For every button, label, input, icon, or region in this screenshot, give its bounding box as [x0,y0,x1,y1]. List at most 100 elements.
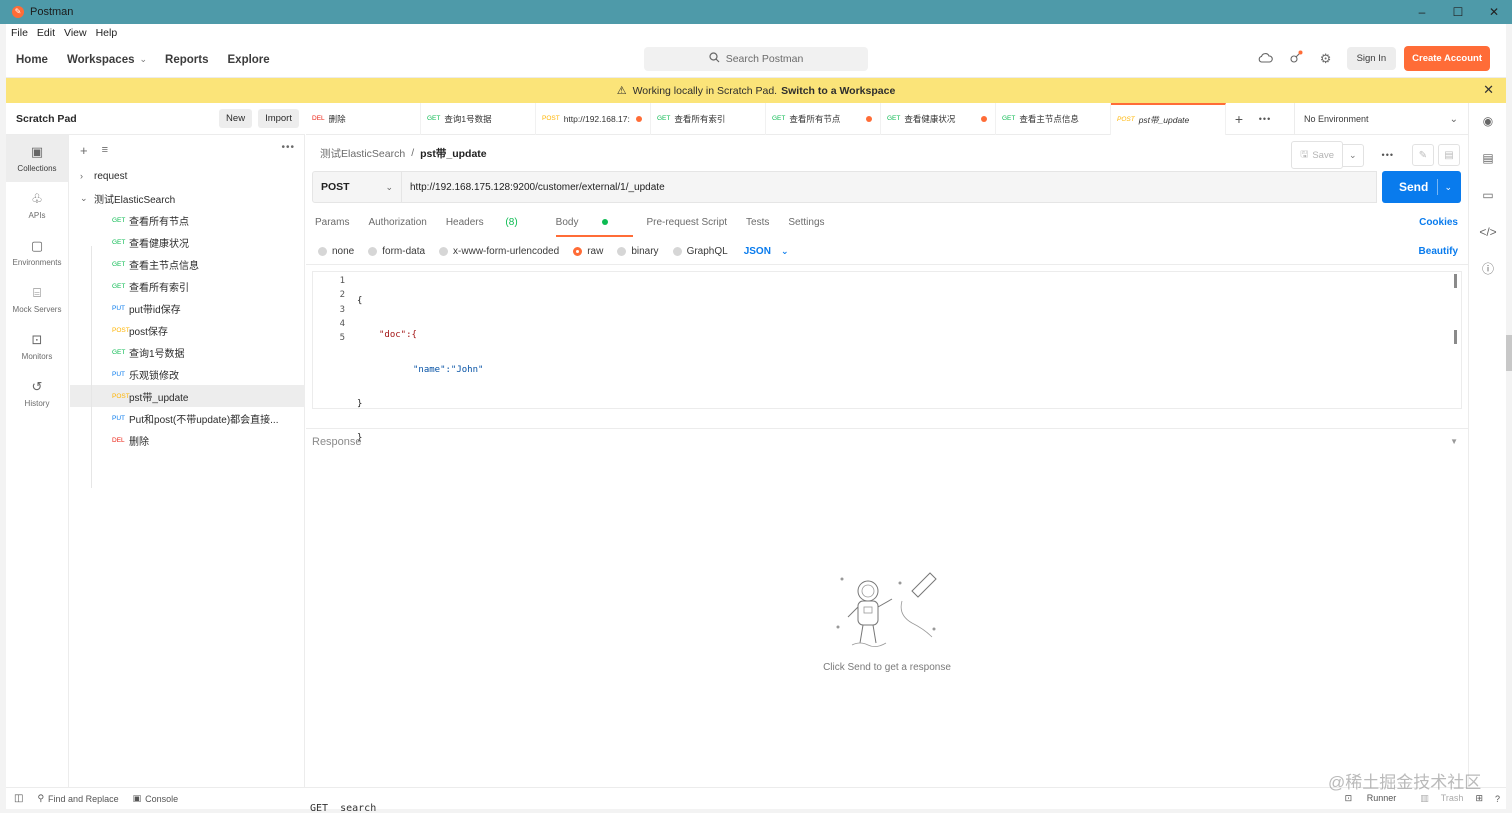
maximize-button[interactable]: ☐ [1440,0,1476,24]
chevron-down-icon[interactable]: ⌄ [1444,182,1452,193]
help-icon[interactable]: ? [1495,794,1500,804]
rail-item-monitors[interactable]: ⊡ Monitors [6,323,68,370]
code-icon[interactable]: </> [1469,214,1507,251]
method-select[interactable]: POST ⌄ [312,171,402,203]
request-title[interactable]: pst带_update [420,146,487,161]
chevron-down-icon[interactable]: ⌄ [140,54,148,65]
request-item[interactable]: PUT 乐观锁修改 [70,363,305,385]
request-item[interactable]: POST pst带_update [70,385,305,407]
rail-item-environments[interactable]: ▢ Environments [6,229,68,276]
nav-home[interactable]: Home [16,54,48,66]
request-item[interactable]: GET 查看健康状况 [70,231,305,253]
collection-item[interactable]: ⌄ 测试ElasticSearch [70,187,305,209]
menu-edit[interactable]: Edit [37,27,55,39]
plus-icon[interactable]: + [80,143,88,158]
comment-icon[interactable]: ▭ [1469,177,1507,214]
request-tab[interactable]: POST http://192.168.17: [536,102,651,135]
create-account-button[interactable]: Create Account [1404,46,1490,71]
request-tab[interactable]: GET 查看主节点信息 [996,102,1111,135]
sidebar-toggle-icon[interactable]: ◫ [14,793,23,804]
close-icon[interactable]: ✕ [1483,82,1494,98]
menu-view[interactable]: View [64,27,87,39]
request-tab[interactable]: GET 查看健康状况 [881,102,996,135]
save-button[interactable]: 🖫 Save [1291,141,1343,169]
request-tab-active[interactable]: POST pst带_update [1111,102,1226,135]
new-button[interactable]: New [219,109,253,128]
request-item[interactable]: PUT put带id保存 [70,297,305,319]
editor-scroll-marker[interactable] [1454,330,1457,344]
close-window-button[interactable]: ✕ [1476,0,1512,24]
request-tab[interactable]: GET 查看所有节点 [766,102,881,135]
environment-select[interactable]: No Environment ⌄ [1294,103,1468,135]
documentation-icon[interactable]: ▤ [1469,140,1507,177]
tab-settings[interactable]: Settings [788,207,824,239]
tab-headers[interactable]: Headers (8) [446,207,537,239]
tab-params[interactable]: Params [315,207,349,239]
rail-item-mock-servers[interactable]: ⌸ Mock Servers [6,276,68,323]
new-tab-icon[interactable]: + [1226,111,1252,127]
cloud-sync-icon[interactable] [1253,51,1279,66]
minimize-button[interactable]: – [1404,0,1440,24]
filter-icon[interactable]: ≡ [102,144,108,156]
menu-help[interactable]: Help [96,27,118,39]
tab-prerequest-script[interactable]: Pre-request Script [646,207,727,239]
rail-item-history[interactable]: ↺ History [6,370,68,417]
satellite-icon[interactable] [1283,50,1309,67]
radio-binary[interactable]: binary [617,246,659,257]
tab-authorization[interactable]: Authorization [368,207,426,239]
rail-item-apis[interactable]: ♧ APIs [6,182,68,229]
request-item[interactable]: GET 查看主节点信息 [70,253,305,275]
nav-workspaces[interactable]: Workspaces [67,54,135,66]
radio-graphql[interactable]: GraphQL [672,246,728,257]
url-input[interactable]: http://192.168.175.128:9200/customer/ext… [402,171,1377,203]
radio-urlencoded[interactable]: x-www-form-urlencoded [439,246,559,257]
nav-reports[interactable]: Reports [165,54,208,66]
request-tab[interactable]: GET 查看所有索引 [651,102,766,135]
radio-raw[interactable]: raw [573,246,603,257]
request-item[interactable]: PUT Put和post(不带update)都会直接... [70,407,305,429]
nav-explore[interactable]: Explore [228,54,270,66]
eye-icon[interactable]: ◉ [1469,103,1507,140]
edit-icon[interactable]: ✎ [1412,144,1434,166]
info-icon[interactable]: ⓘ [1469,251,1507,288]
sign-in-button[interactable]: Sign In [1346,47,1397,70]
chevron-down-icon[interactable]: ▼ [1450,437,1458,446]
request-tab[interactable]: GET 查询1号数据 [421,102,536,135]
runner-button[interactable]: ⊡ Runner [1333,793,1397,804]
format-select[interactable]: JSON ⌄ [744,246,789,257]
request-item[interactable]: GET 查看所有索引 [70,275,305,297]
gear-icon[interactable]: ⚙ [1313,51,1339,67]
layout-icon[interactable]: ⊞ [1475,793,1483,804]
menu-file[interactable]: File [11,27,28,39]
import-button[interactable]: Import [258,109,299,128]
trash-button[interactable]: ▥ Trash [1408,793,1463,804]
radio-none[interactable]: none [318,246,354,257]
more-options-icon[interactable]: ••• [1382,150,1394,160]
tab-tests[interactable]: Tests [746,207,769,239]
beautify-link[interactable]: Beautify [1419,246,1458,257]
request-item[interactable]: POST post保存 [70,319,305,341]
more-options-icon[interactable]: ••• [281,142,295,153]
comments-icon[interactable]: ▤ [1438,144,1460,166]
save-options-chevron-icon[interactable]: ⌄ [1343,143,1364,167]
request-item[interactable]: GET 查看所有节点 [70,209,305,231]
editor-scroll-marker[interactable] [1454,274,1457,288]
collection-item[interactable]: › request [70,165,305,187]
more-tabs-icon[interactable]: ••• [1252,114,1278,124]
switch-workspace-link[interactable]: Switch to a Workspace [781,85,895,97]
cookies-link[interactable]: Cookies [1419,207,1458,239]
request-item[interactable]: GET 查询1号数据 [70,341,305,363]
page-scrollbar[interactable] [1506,335,1512,371]
send-button[interactable]: Send ⌄ [1382,171,1461,203]
radio-form-data[interactable]: form-data [368,246,425,257]
request-item[interactable]: DEL 删除 [70,429,305,451]
body-editor[interactable]: 1 2 3 4 5 { "doc":{ "name":"John" } } [312,271,1462,443]
search-input[interactable]: Search Postman [644,47,868,71]
rail-item-collections[interactable]: ▣ Collections [6,135,68,182]
left-rail: ▣ Collections ♧ APIs ▢ Environments ⌸ Mo… [6,135,69,793]
tab-body[interactable]: Body [555,207,634,239]
find-replace-button[interactable]: ⚲ Find and Replace [37,793,118,804]
request-tab[interactable]: DEL 删除 [306,102,421,135]
console-button[interactable]: ▣ Console [133,793,179,804]
breadcrumb-parent[interactable]: 测试ElasticSearch [320,146,405,161]
